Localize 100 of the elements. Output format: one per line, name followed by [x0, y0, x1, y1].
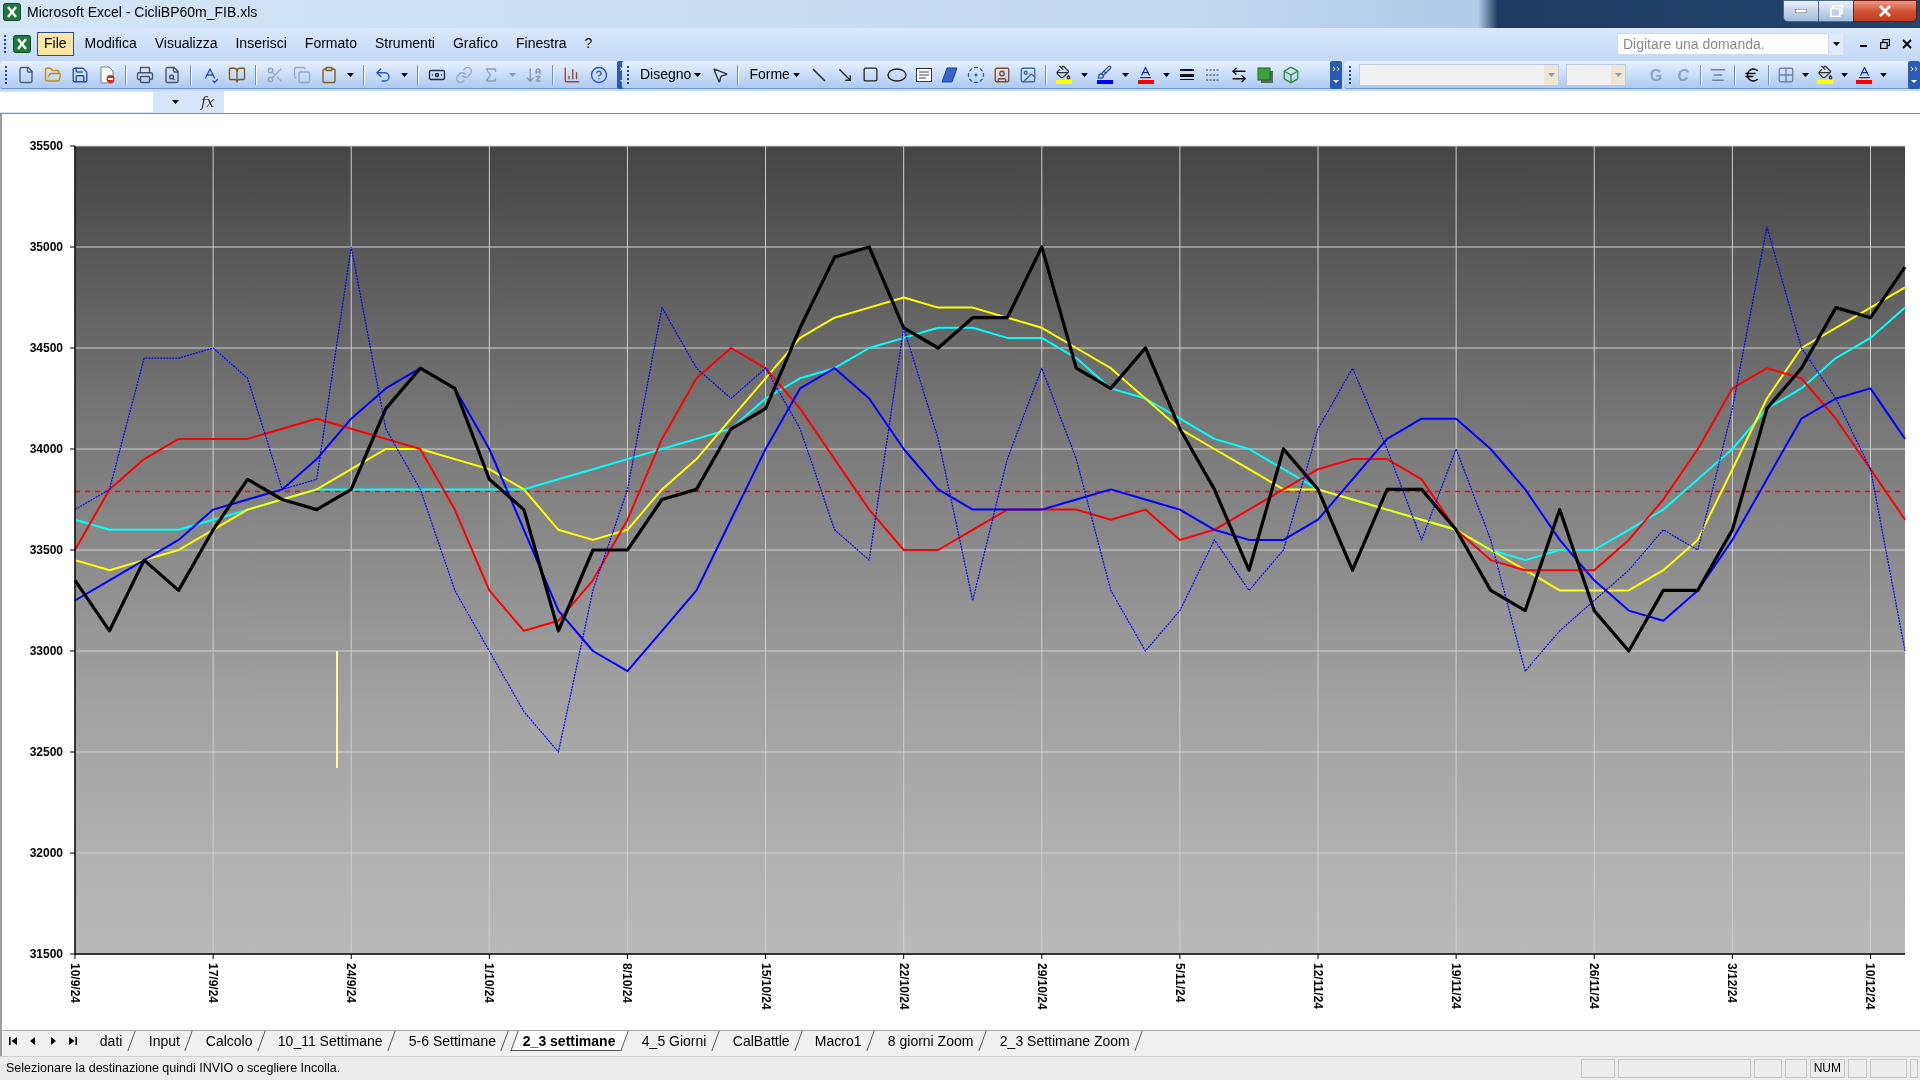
y-axis-label: 35500: [29, 139, 63, 153]
triangle-right-bar-icon[interactable]: [68, 1036, 78, 1046]
menu-item[interactable]: File: [37, 31, 74, 56]
toolbar-options-icon[interactable]: [1908, 60, 1920, 89]
user-square-icon[interactable]: [992, 65, 1011, 84]
formula-field[interactable]: [224, 91, 1920, 113]
x-axis-label: 10/9/24: [68, 963, 82, 1004]
border-grid-icon[interactable]: [1777, 65, 1795, 84]
rectangle-icon[interactable]: [861, 66, 879, 83]
menu-item[interactable]: Visualizza: [147, 31, 225, 56]
font-size-field[interactable]: [1566, 63, 1626, 86]
bar-chart-icon[interactable]: [563, 65, 581, 84]
y-axis-label: 34000: [29, 442, 63, 456]
double-arrow-icon[interactable]: [1229, 65, 1248, 84]
line-icon[interactable]: [809, 65, 828, 84]
undo-icon[interactable]: [374, 65, 392, 84]
shapes-menu-button[interactable]: Forme: [747, 63, 802, 86]
caret-icon[interactable]: [694, 72, 702, 77]
caret-icon[interactable]: [1841, 72, 1848, 77]
slanted-shape-icon[interactable]: [940, 65, 959, 84]
toolbar-grip[interactable]: [1348, 64, 1352, 85]
caret-icon[interactable]: [1802, 72, 1809, 77]
caret-icon[interactable]: [1832, 41, 1840, 46]
page-magnifier-icon[interactable]: [163, 65, 181, 84]
x-axis-label: 22/10/24: [896, 963, 911, 1010]
y-axis-label: 32500: [29, 745, 63, 759]
sheet-tab[interactable]: CalBattle: [721, 1031, 803, 1051]
paint-bucket-icon[interactable]: [1816, 64, 1834, 85]
sheet-tab[interactable]: 8 giorni Zoom: [876, 1031, 987, 1051]
triangle-right-icon[interactable]: [48, 1036, 58, 1046]
sheet-tab[interactable]: 5-6 Settimane: [397, 1031, 510, 1051]
caret-icon[interactable]: [347, 72, 354, 77]
toolbar-grip[interactable]: [626, 64, 630, 85]
window-title: Microsoft Excel - CicliBP60m_FIB.xls: [27, 2, 258, 22]
caret-icon[interactable]: [171, 100, 179, 104]
help-search-field[interactable]: Digitare una domanda.: [1617, 32, 1829, 55]
book-icon[interactable]: [228, 65, 246, 84]
insert-function-button[interactable]: fx: [197, 92, 219, 112]
pointer-icon[interactable]: [711, 65, 730, 84]
menu-item[interactable]: Formato: [297, 31, 364, 56]
cube-icon[interactable]: [1281, 65, 1300, 84]
restore-icon[interactable]: [1880, 38, 1890, 49]
sheet-tab[interactable]: Input: [136, 1031, 193, 1051]
draw-menu-button[interactable]: Disegno: [638, 63, 704, 86]
restore-button[interactable]: [1819, 0, 1853, 22]
sheet-tab[interactable]: 4_5 Giorni: [630, 1031, 720, 1051]
close-button[interactable]: [1853, 0, 1917, 22]
restricted-page-icon[interactable]: [98, 65, 116, 84]
font-name-field[interactable]: [1359, 63, 1559, 86]
spreadsheet-icon[interactable]: [13, 34, 31, 53]
menu-item[interactable]: Finestra: [509, 31, 574, 56]
blank-page-icon[interactable]: [17, 65, 35, 84]
clipboard-icon[interactable]: [320, 65, 338, 84]
triangle-left-icon[interactable]: [28, 1036, 38, 1046]
sheet-tab[interactable]: 2_3 Settimane Zoom: [988, 1031, 1143, 1051]
minimize-button[interactable]: [1783, 0, 1819, 22]
toolbar-grip[interactable]: [4, 64, 8, 85]
sheet-tab[interactable]: 10_11 Settimane: [266, 1031, 396, 1051]
text-box-icon[interactable]: [914, 65, 933, 84]
close-icon[interactable]: [1902, 38, 1912, 49]
x-axis-label: 15/10/24: [758, 963, 773, 1010]
menu-item[interactable]: ?: [577, 31, 600, 56]
x-axis-label: 29/10/24: [1034, 963, 1049, 1010]
caret-icon[interactable]: [1162, 72, 1170, 77]
printer-icon[interactable]: [136, 65, 154, 84]
spreadsheet-logo-icon: [3, 3, 21, 21]
shadow-square-icon[interactable]: [1255, 65, 1274, 84]
x-axis-label: 10/12/24: [1863, 963, 1878, 1010]
menu-item[interactable]: Grafico: [445, 31, 505, 56]
menu-item[interactable]: Modifica: [77, 31, 144, 56]
y-axis-label: 35000: [29, 240, 63, 254]
caret-icon[interactable]: [792, 72, 800, 77]
caret-icon[interactable]: [1080, 72, 1088, 77]
x-axis-label: 12/11/24: [1311, 963, 1325, 1010]
paint-bucket-icon[interactable]: [1054, 64, 1073, 85]
font-color-icon[interactable]: [1855, 64, 1873, 85]
sheet-tab[interactable]: dati: [88, 1031, 136, 1051]
toolbar-options-icon[interactable]: [1330, 60, 1342, 89]
caret-icon[interactable]: [1880, 72, 1887, 77]
triangle-left-bar-icon[interactable]: [8, 1036, 18, 1046]
sheet-tab[interactable]: 2_3 settimane: [510, 1031, 629, 1051]
oval-icon[interactable]: [886, 67, 907, 82]
toolbar-grip[interactable]: [3, 33, 7, 54]
sheet-tab[interactable]: Calcolo: [194, 1031, 266, 1051]
x-axis-label: 8/10/24: [620, 963, 635, 1004]
brush-icon[interactable]: [1095, 64, 1114, 85]
dotted-ring-icon[interactable]: [966, 65, 985, 84]
caret-icon[interactable]: [401, 72, 408, 77]
num-lock-indicator: NUM: [1809, 1059, 1845, 1078]
menu-item[interactable]: Strumenti: [367, 31, 442, 56]
caret-icon[interactable]: [1121, 72, 1129, 77]
y-axis-label: 33000: [29, 644, 63, 658]
help-icon[interactable]: [590, 65, 608, 84]
x-axis-label: 1/10/24: [482, 963, 497, 1004]
font-color-icon[interactable]: [1136, 64, 1155, 85]
y-axis-label: 31500: [29, 947, 63, 961]
sheet-tab[interactable]: Macro1: [803, 1031, 875, 1051]
euro-icon[interactable]: [1743, 65, 1761, 84]
image-icon[interactable]: [1018, 65, 1037, 84]
menu-item[interactable]: Inserisci: [228, 31, 294, 56]
